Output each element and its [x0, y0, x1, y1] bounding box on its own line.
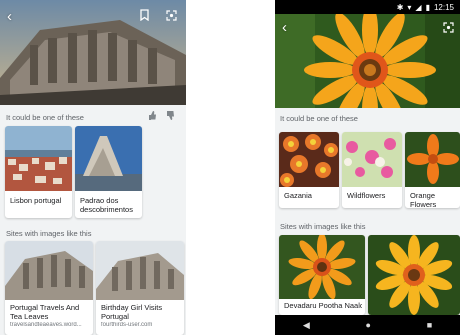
site-title: Birthday Girl Visits Portugal — [101, 303, 163, 321]
visual-search-icon[interactable] — [443, 21, 454, 36]
padrao-image — [75, 126, 142, 191]
card-title: Orange Flowers — [410, 191, 437, 208]
site-card-devadaru[interactable]: Devadaru Pootha Naaloru — [279, 235, 365, 315]
site-title: Portugal Travels And Tea Leaves — [10, 303, 80, 321]
site-card-portugal-travels[interactable]: Portugal Travels And Tea Leaves travelsa… — [5, 241, 93, 335]
section-label-sites: Sites with images like this — [280, 222, 366, 231]
suggestion-card-gazania[interactable]: Gazania — [279, 132, 339, 208]
thumbs-down-icon[interactable] — [166, 111, 175, 123]
bluetooth-icon: ✱ — [396, 2, 404, 12]
back-arrow-icon[interactable]: ‹ — [7, 9, 12, 24]
suggestion-card-orange-flowers[interactable]: Orange Flowers — [405, 132, 460, 208]
site-image — [5, 241, 93, 300]
status-time: 12:15 — [433, 2, 454, 12]
thumbs-up-icon[interactable] — [148, 111, 157, 123]
status-bar: ✱ ▾ ◢ ▮ 12:15 — [275, 0, 460, 14]
site-card-birthday-girl[interactable]: Birthday Girl Visits Portugal fourthirds… — [96, 241, 184, 335]
flower-image — [275, 14, 460, 108]
section-label-suggestions: It could be one of these — [6, 113, 84, 122]
suggestion-card-lisbon[interactable]: Lisbon portugal — [5, 126, 72, 218]
nav-back-icon[interactable]: ◀ — [303, 320, 310, 331]
orange-flowers-image — [405, 132, 460, 187]
site-source: travelsandteaeaves.word... — [10, 322, 82, 328]
card-title: Gazania — [284, 191, 312, 200]
nav-home-icon[interactable]: ● — [366, 320, 371, 330]
section-label-sites: Sites with images like this — [6, 229, 92, 238]
nav-recents-icon[interactable]: ■ — [427, 320, 432, 330]
section-label-suggestions: It could be one of these — [280, 114, 358, 123]
wildflowers-image — [342, 132, 402, 187]
signal-icon: ◢ — [415, 2, 422, 12]
suggestion-card-wildflowers[interactable]: Wildflowers — [342, 132, 402, 208]
site-source: fourthirds-user.com — [101, 322, 153, 328]
back-arrow-icon[interactable]: ‹ — [282, 20, 287, 35]
card-title: Wildflowers — [347, 191, 386, 200]
visual-search-icon[interactable] — [166, 9, 177, 24]
site-image — [96, 241, 184, 300]
gazania-image — [279, 132, 339, 187]
site-image — [279, 235, 365, 299]
suggestion-card-padrao[interactable]: Padrao dos descobrimentos — [75, 126, 142, 218]
right-phone-screen: ✱ ▾ ◢ ▮ 12:15 ‹ It could be one of these… — [275, 0, 460, 335]
battery-icon: ▮ — [425, 2, 430, 12]
gazania-hero-image — [275, 14, 460, 108]
android-nav-bar: ◀ ● ■ — [275, 315, 460, 335]
wifi-icon: ▾ — [407, 2, 412, 12]
lisbon-image — [5, 126, 72, 191]
monument-image — [0, 0, 186, 105]
left-phone-screen: ‹ It could be one of these Lisbon portug… — [0, 0, 186, 335]
site-card-second[interactable] — [368, 235, 460, 315]
monument-hero-image — [0, 0, 186, 105]
card-title: Lisbon portugal — [10, 196, 62, 205]
site-title: Devadaru Pootha Naaloru — [284, 301, 362, 310]
card-title: Padrao dos descobrimentos — [80, 196, 133, 214]
bookmark-icon[interactable] — [140, 9, 149, 24]
site-image — [368, 235, 460, 315]
